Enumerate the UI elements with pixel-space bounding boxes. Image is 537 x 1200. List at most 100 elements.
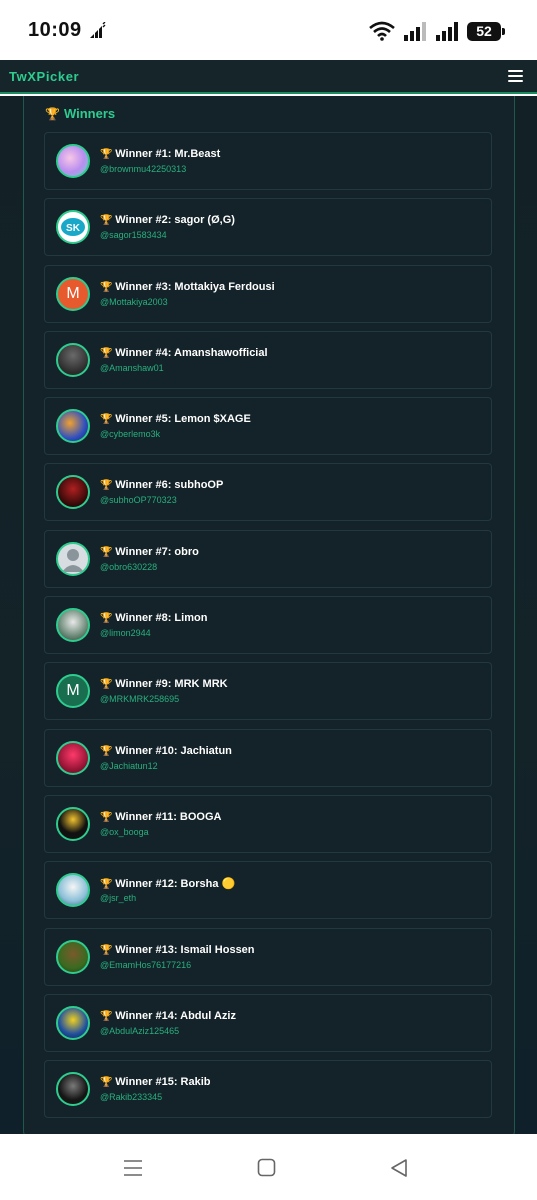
winner-handle[interactable]: @brownmu42250313 [100,164,186,174]
winner-name: 🏆 Winner #9: MRK MRK [100,678,228,690]
trophy-icon: 🏆 [100,480,116,492]
winner-card[interactable]: M 🏆 Winner #3: Mottakiya Ferdousi @Mottaki… [44,264,492,323]
winner-card[interactable]: 🏆 Winner #8: Limon @limon2944 [44,596,492,655]
winner-name: 🏆 Winner #10: Jachiatun [100,745,232,757]
winner-name: 🏆 Winner #14: Abdul Aziz [100,1010,236,1022]
winner-handle[interactable]: @subhoOP770323 [100,495,177,505]
winners-title: Winners [63,106,116,121]
trophy-icon: 🏆 [100,613,116,625]
winner-name: 🏆 Winner #5: Lemon $XAGE [100,413,251,425]
menu-icon[interactable] [508,70,523,82]
avatar: M [56,276,90,311]
winner-name: 🏆 Winner #1: Mr.Beast [100,148,220,160]
winner-card[interactable]: 🏆 Winner #15: Rakib @Rakib233345 [44,1060,492,1119]
battery-level: 52 [476,23,492,39]
recent-apps-icon[interactable] [122,1157,144,1179]
battery-icon: 52 [467,21,505,41]
winner-name-text: Winner #5: Lemon $XAGE [115,413,251,426]
winner-name-text: Winner #15: Rakib [115,1076,211,1089]
avatar [56,1005,90,1040]
winner-handle[interactable]: @obro630228 [100,562,157,572]
avatar: M [56,674,90,709]
trophy-icon: 🏆 [45,106,60,121]
winner-handle[interactable]: @AbdulAziz125465 [100,1026,179,1036]
winner-card[interactable]: 🏆 Winner #11: BOOGA @ox_booga [44,794,492,853]
winner-card[interactable]: 🏆 Winner #10: Jachiatun @Jachiatun12 [44,728,492,787]
winner-card[interactable]: 🏆 Winner #4: Amanshawofficial @Amanshaw01 [44,330,492,389]
winner-name-text: Winner #13: Ismail Hossen [115,943,255,956]
winner-name-text: Winner #7: obro [115,545,199,558]
winner-card[interactable]: 🏆 Winner #12: Borsha 🟡 @jsr_eth [44,861,492,920]
trophy-icon: 🏆 [100,811,116,823]
winner-handle[interactable]: @limon2944 [100,628,151,638]
avatar [56,541,90,576]
winner-handle[interactable]: @Amanshaw01 [100,363,164,373]
winner-name: 🏆 Winner #4: Amanshawofficial [100,347,268,359]
winner-name-text: Winner #9: MRK MRK [115,678,228,691]
winner-name-text: Winner #12: Borsha 🟡 [115,878,236,891]
trophy-icon: 🏆 [100,347,116,359]
winner-card[interactable]: 🏆 Winner #13: Ismail Hossen @EmamHos76177… [44,927,492,986]
winner-list: 🏆 Winner #1: Mr.Beast @brownmu42250313 SK 🏆… [44,132,492,1126]
winner-card[interactable]: 🏆 Winner #7: obro @obro630228 [44,529,492,588]
winner-name-text: Winner #14: Abdul Aziz [115,1009,236,1022]
sk-logo-icon: SK [61,218,85,237]
avatar [56,939,90,974]
avatar [56,342,90,377]
app-brand[interactable]: TwXPicker [9,69,79,84]
winner-handle[interactable]: @ox_booga [100,827,149,837]
winner-handle[interactable]: @jsr_eth [100,893,136,903]
winner-name: 🏆 Winner #8: Limon [100,612,207,624]
trophy-icon: 🏆 [100,879,116,891]
signal-icon [404,22,426,41]
status-bar: 10:09 52 [0,0,537,60]
winner-name: 🏆 Winner #6: subhoOP [100,479,223,491]
winner-handle[interactable]: @Mottakiya2003 [100,297,168,307]
avatar [56,608,90,643]
winner-name-text: Winner #10: Jachiatun [115,744,232,757]
avatar [56,1072,90,1107]
data-signal-icon [90,22,106,38]
winner-name-text: Winner #4: Amanshawofficial [115,346,268,359]
avatar [56,144,90,178]
winner-handle[interactable]: @Rakib233345 [100,1092,162,1102]
winner-name-text: Winner #8: Limon [115,612,208,625]
trophy-icon: 🏆 [100,745,116,757]
signal-icon-2 [436,22,458,41]
winner-card[interactable]: 🏆 Winner #14: Abdul Aziz @AbdulAziz125465 [44,993,492,1052]
winner-card[interactable]: 🏆 Winner #1: Mr.Beast @brownmu42250313 [44,132,492,190]
avatar [56,806,90,841]
avatar-letter: M [66,284,80,302]
avatar [56,740,90,775]
winner-name: 🏆 Winner #2: sagor (Ø,G) [100,214,235,226]
winner-handle[interactable]: @Jachiatun12 [100,761,158,771]
winner-name: 🏆 Winner #11: BOOGA [100,811,222,823]
winner-name-text: Winner #2: sagor (Ø,G) [115,214,235,227]
avatar [56,409,90,444]
winner-name: 🏆 Winner #13: Ismail Hossen [100,944,255,956]
trophy-icon: 🏆 [100,1010,116,1022]
winner-card[interactable]: 🏆 Winner #6: subhoOP @subhoOP770323 [44,463,492,522]
home-icon[interactable] [256,1157,278,1179]
winner-card[interactable]: SK 🏆 Winner #2: sagor (Ø,G) @sagor1583434 [44,198,492,257]
back-icon[interactable] [388,1157,410,1179]
system-nav-bar [0,1134,537,1200]
trophy-icon: 🏆 [100,546,116,558]
trophy-icon: 🏆 [100,944,116,956]
winner-name-text: Winner #6: subhoOP [115,479,224,492]
winner-card[interactable]: M 🏆 Winner #9: MRK MRK @MRKMRK258695 [44,662,492,721]
trophy-icon: 🏆 [100,1077,116,1089]
default-user-icon [62,548,84,572]
app-navbar: TwXPicker [0,60,537,94]
winner-card[interactable]: 🏆 Winner #5: Lemon $XAGE @cyberlemo3k [44,397,492,456]
avatar-letter: M [66,682,80,700]
winner-handle[interactable]: @EmamHos76177216 [100,960,191,970]
winner-name: 🏆 Winner #12: Borsha 🟡 [100,877,235,890]
winner-handle[interactable]: @sagor1583434 [100,230,167,240]
trophy-icon: 🏆 [100,281,116,293]
avatar [56,475,90,510]
winner-handle[interactable]: @cyberlemo3k [100,429,160,439]
main-content: 🏆 Winners 🏆 Winner #1: Mr.Beast @brownmu4… [0,96,537,1134]
winner-handle[interactable]: @MRKMRK258695 [100,694,179,704]
winner-name-text: Winner #1: Mr.Beast [115,148,221,160]
